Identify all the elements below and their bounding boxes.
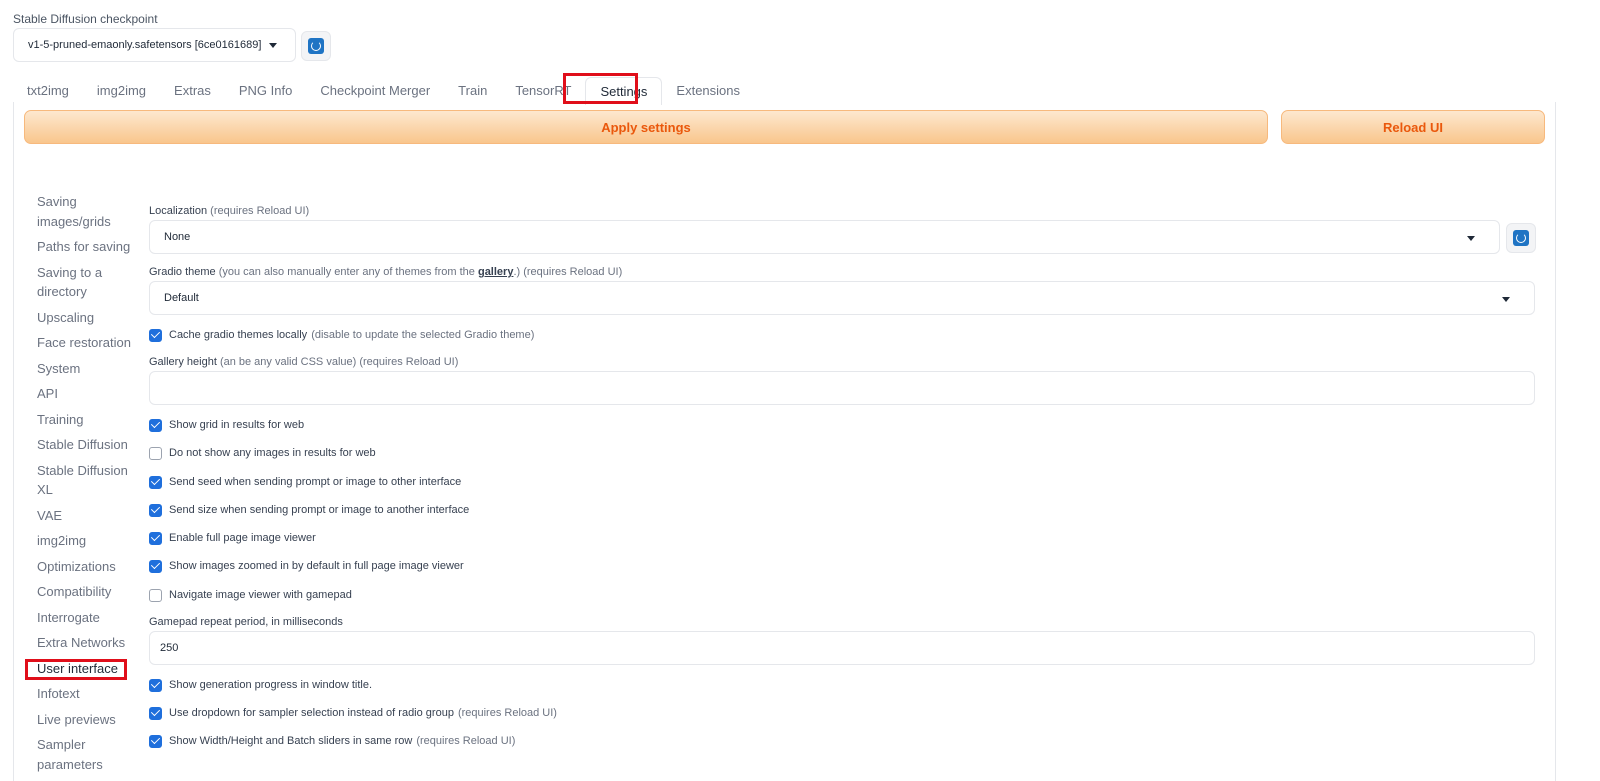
progress-title-option[interactable]: Show generation progress in window title… — [149, 677, 372, 693]
gamepad-period-input[interactable]: 250 — [149, 631, 1535, 665]
refresh-icon — [308, 38, 324, 54]
zoomed-checkbox[interactable] — [149, 559, 162, 573]
gradio-theme-value: Default — [164, 292, 199, 304]
tab-extras[interactable]: Extras — [160, 77, 225, 105]
gamepad-option[interactable]: Navigate image viewer with gamepad — [149, 587, 352, 603]
gallery-link[interactable]: gallery — [478, 266, 513, 278]
same-row-checkbox[interactable] — [149, 734, 162, 748]
localization-dropdown[interactable]: None — [149, 220, 1500, 254]
tab-extensions[interactable]: Extensions — [662, 77, 754, 105]
no-images-checkbox[interactable] — [149, 446, 162, 460]
show-grid-checkbox[interactable] — [149, 418, 162, 432]
sidebar-item-stable-diffusion[interactable]: Stable Diffusion — [37, 435, 137, 455]
chevron-down-icon — [269, 42, 278, 48]
tab-settings[interactable]: Settings — [585, 77, 663, 105]
sidebar-item-user-interface[interactable]: User interface — [37, 659, 137, 679]
zoomed-option[interactable]: Show images zoomed in by default in full… — [149, 558, 464, 574]
checkpoint-refresh-button[interactable] — [301, 31, 331, 61]
sidebar-item-upscaling[interactable]: Upscaling — [37, 308, 137, 328]
tab-txt2img[interactable]: txt2img — [13, 77, 83, 105]
sidebar-item-optimizations[interactable]: Optimizations — [37, 557, 137, 577]
send-size-option[interactable]: Send size when sending prompt or image t… — [149, 502, 469, 518]
cache-themes-option[interactable]: Cache gradio themes locally (disable to … — [149, 327, 534, 343]
checkpoint-label: Stable Diffusion checkpoint — [13, 12, 158, 26]
gamepad-checkbox[interactable] — [149, 588, 162, 602]
sidebar-item-face-restoration[interactable]: Face restoration — [37, 333, 137, 353]
checkpoint-value: v1-5-pruned-emaonly.safetensors [6ce0161… — [28, 39, 262, 51]
progress-title-checkbox[interactable] — [149, 678, 162, 692]
sidebar-item-paths[interactable]: Paths for saving — [37, 237, 137, 257]
gradio-theme-dropdown[interactable]: Default — [149, 281, 1535, 315]
sidebar-item-sampler-parameters[interactable]: Sampler parameters — [37, 735, 137, 774]
sampler-dropdown-option[interactable]: Use dropdown for sampler selection inste… — [149, 705, 557, 721]
apply-settings-button[interactable]: Apply settings — [24, 110, 1268, 144]
sampler-dropdown-checkbox[interactable] — [149, 706, 162, 720]
show-grid-option[interactable]: Show grid in results for web — [149, 417, 304, 433]
send-seed-checkbox[interactable] — [149, 475, 162, 489]
main-tabs: txt2img img2img Extras PNG Info Checkpoi… — [13, 75, 754, 105]
sidebar-item-api[interactable]: API — [37, 384, 137, 404]
send-seed-option[interactable]: Send seed when sending prompt or image t… — [149, 474, 461, 490]
gallery-height-input[interactable] — [149, 371, 1535, 405]
sidebar-item-compatibility[interactable]: Compatibility — [37, 582, 137, 602]
sidebar-item-img2img[interactable]: img2img — [37, 531, 137, 551]
gradio-theme-label: Gradio theme (you can also manually ente… — [149, 266, 623, 278]
sidebar-item-stable-diffusion-xl[interactable]: Stable Diffusion XL — [37, 461, 137, 500]
reload-ui-button[interactable]: Reload UI — [1281, 110, 1545, 144]
sidebar-item-vae[interactable]: VAE — [37, 506, 137, 526]
tab-png-info[interactable]: PNG Info — [225, 77, 306, 105]
full-viewer-checkbox[interactable] — [149, 531, 162, 545]
sidebar-item-saving-images[interactable]: Saving images/grids — [37, 192, 137, 231]
sidebar-item-live-previews[interactable]: Live previews — [37, 710, 137, 730]
sidebar-item-saving-directory[interactable]: Saving to a directory — [37, 263, 137, 302]
tab-train[interactable]: Train — [444, 77, 501, 105]
sidebar-item-system[interactable]: System — [37, 359, 137, 379]
refresh-icon — [1513, 230, 1529, 246]
tab-checkpoint-merger[interactable]: Checkpoint Merger — [306, 77, 444, 105]
full-viewer-option[interactable]: Enable full page image viewer — [149, 530, 316, 546]
gallery-height-label: Gallery height (an be any valid CSS valu… — [149, 356, 459, 368]
localization-refresh-button[interactable] — [1506, 223, 1536, 253]
checkpoint-dropdown[interactable]: v1-5-pruned-emaonly.safetensors [6ce0161… — [13, 28, 296, 62]
sidebar-item-training[interactable]: Training — [37, 410, 137, 430]
chevron-down-icon — [1502, 297, 1510, 302]
localization-value: None — [164, 231, 191, 243]
send-size-checkbox[interactable] — [149, 503, 162, 517]
same-row-option[interactable]: Show Width/Height and Batch sliders in s… — [149, 733, 515, 749]
cache-themes-checkbox[interactable] — [149, 328, 162, 342]
chevron-down-icon — [1467, 236, 1475, 241]
sidebar-item-extra-networks[interactable]: Extra Networks — [37, 633, 137, 653]
gamepad-period-label: Gamepad repeat period, in milliseconds — [149, 616, 343, 628]
sidebar-item-interrogate[interactable]: Interrogate — [37, 608, 137, 628]
settings-sidebar: Saving images/grids Paths for saving Sav… — [37, 192, 137, 780]
localization-label: Localization (requires Reload UI) — [149, 205, 310, 217]
sidebar-item-infotext[interactable]: Infotext — [37, 684, 137, 704]
tab-tensorrt[interactable]: TensorRT — [501, 77, 585, 105]
no-images-option[interactable]: Do not show any images in results for we… — [149, 445, 376, 461]
tab-img2img[interactable]: img2img — [83, 77, 160, 105]
